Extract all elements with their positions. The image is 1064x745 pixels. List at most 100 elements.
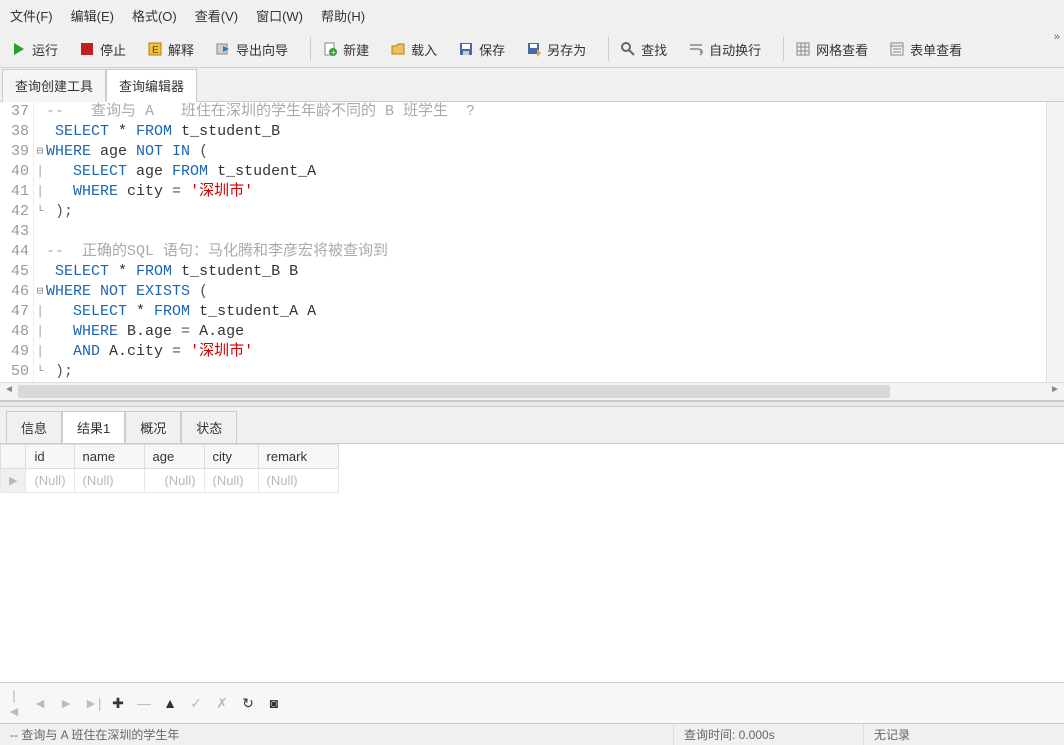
new-button[interactable]: + 新建: [317, 38, 373, 61]
new-icon: +: [321, 40, 339, 58]
stop-button[interactable]: 停止: [74, 38, 130, 61]
svg-text:E: E: [152, 45, 159, 56]
export-wizard-label: 导出向导: [236, 40, 288, 59]
tab-profile[interactable]: 概况: [125, 411, 181, 443]
grid-cell[interactable]: (Null): [204, 469, 258, 493]
nav-refresh-icon[interactable]: ↻: [240, 695, 256, 712]
column-header[interactable]: remark: [258, 445, 338, 469]
code-line[interactable]: );: [46, 202, 1064, 222]
code-line[interactable]: SELECT * FROM t_student_A A: [46, 302, 1064, 322]
nav-first-icon[interactable]: |◄: [6, 687, 22, 719]
overflow-chevron-icon[interactable]: »: [1054, 31, 1060, 43]
sql-editor[interactable]: 3738394041424344454647484950 ⊟││└⊟│││└ -…: [0, 102, 1064, 401]
save-button[interactable]: 保存: [453, 38, 509, 61]
code-line[interactable]: );: [46, 362, 1064, 382]
horizontal-scrollbar[interactable]: [0, 382, 1064, 400]
code-line[interactable]: AND A.city = '深圳市': [46, 342, 1064, 362]
wrap-icon: [687, 40, 705, 58]
grid-cell[interactable]: (Null): [74, 469, 144, 493]
nav-next-icon[interactable]: ►: [58, 695, 74, 711]
nav-cancel-icon[interactable]: ✗: [214, 695, 230, 712]
fold-gutter[interactable]: ⊟││└⊟│││└: [34, 102, 46, 382]
result-area: 信息 结果1 概况 状态 idnameagecityremark▶(Null)(…: [0, 407, 1064, 723]
menu-view[interactable]: 查看(V): [191, 4, 242, 27]
fold-marker: │: [34, 302, 46, 322]
fold-marker[interactable]: ⊟: [34, 282, 46, 302]
code-line[interactable]: SELECT * FROM t_student_B: [46, 122, 1064, 142]
fold-marker: │: [34, 342, 46, 362]
nav-edit-icon[interactable]: ▲: [162, 695, 178, 711]
nav-prev-icon[interactable]: ◄: [32, 695, 48, 711]
grid-cell[interactable]: (Null): [258, 469, 338, 493]
menu-window[interactable]: 窗口(W): [252, 4, 307, 27]
stop-icon: [78, 40, 96, 58]
code-line[interactable]: SELECT * FROM t_student_B B: [46, 262, 1064, 282]
column-header[interactable]: age: [144, 445, 204, 469]
code-body[interactable]: -- 查询与 A 班住在深圳的学生年龄不同的 B 班学生 ? SELECT * …: [46, 102, 1064, 382]
run-button[interactable]: 运行: [6, 38, 62, 61]
find-button[interactable]: 查找: [615, 38, 671, 61]
column-header[interactable]: id: [26, 445, 74, 469]
main-tabstrip: 查询创建工具 查询编辑器: [0, 68, 1064, 102]
fold-marker: │: [34, 182, 46, 202]
fold-marker: [34, 262, 46, 282]
table-row[interactable]: ▶(Null)(Null)(Null)(Null)(Null): [1, 469, 339, 493]
auto-wrap-button[interactable]: 自动换行: [683, 38, 765, 61]
menu-help[interactable]: 帮助(H): [317, 4, 369, 27]
fold-marker[interactable]: ⊟: [34, 142, 46, 162]
code-line[interactable]: -- 查询与 A 班住在深圳的学生年龄不同的 B 班学生 ?: [46, 102, 1064, 122]
column-header[interactable]: city: [204, 445, 258, 469]
row-marker-icon: ▶: [1, 469, 26, 493]
status-query-snippet: -- 查询与 A 班住在深圳的学生年: [0, 724, 674, 745]
code-line[interactable]: SELECT age FROM t_student_A: [46, 162, 1064, 182]
scrollbar-thumb[interactable]: [18, 385, 890, 398]
tab-status[interactable]: 状态: [181, 411, 237, 443]
menu-edit[interactable]: 编辑(E): [67, 4, 118, 27]
tab-info[interactable]: 信息: [6, 411, 62, 443]
nav-stop-icon[interactable]: ◙: [266, 695, 282, 711]
save-as-label: 另存为: [547, 40, 586, 59]
nav-delete-icon[interactable]: —: [136, 695, 152, 711]
load-button[interactable]: 载入: [385, 38, 441, 61]
form-view-button[interactable]: 表单查看: [884, 38, 966, 61]
nav-last-icon[interactable]: ►|: [84, 695, 100, 711]
form-icon: [888, 40, 906, 58]
export-wizard-button[interactable]: 导出向导: [210, 38, 292, 61]
vertical-scrollbar[interactable]: [1046, 102, 1064, 382]
grid-icon: [794, 40, 812, 58]
code-line[interactable]: WHERE age NOT IN (: [46, 142, 1064, 162]
line-number: 45: [0, 262, 29, 282]
tab-result1[interactable]: 结果1: [62, 411, 125, 443]
grid-cell[interactable]: (Null): [144, 469, 204, 493]
code-line[interactable]: -- 正确的SQL 语句：马化腾和李彦宏将被查询到: [46, 242, 1064, 262]
search-icon: [619, 40, 637, 58]
fold-marker: │: [34, 322, 46, 342]
code-line[interactable]: WHERE city = '深圳市': [46, 182, 1064, 202]
grid-cell[interactable]: (Null): [26, 469, 74, 493]
tab-query-editor[interactable]: 查询编辑器: [106, 69, 197, 102]
nav-commit-icon[interactable]: ✓: [188, 695, 204, 712]
grid-view-label: 网格查看: [816, 40, 868, 59]
line-number: 41: [0, 182, 29, 202]
fold-marker: └: [34, 202, 46, 222]
nav-add-icon[interactable]: ✚: [110, 695, 126, 712]
toolbar-separator: [310, 37, 311, 61]
result-grid[interactable]: idnameagecityremark▶(Null)(Null)(Null)(N…: [0, 443, 1064, 682]
tab-query-builder[interactable]: 查询创建工具: [2, 69, 106, 102]
code-line[interactable]: [46, 222, 1064, 242]
code-line[interactable]: WHERE B.age = A.age: [46, 322, 1064, 342]
code-line[interactable]: WHERE NOT EXISTS (: [46, 282, 1064, 302]
status-query-time: 查询时间: 0.000s: [674, 724, 864, 745]
column-header[interactable]: name: [74, 445, 144, 469]
export-icon: [214, 40, 232, 58]
explain-label: 解释: [168, 40, 194, 59]
toolbar-separator: [783, 37, 784, 61]
menu-file[interactable]: 文件(F): [6, 4, 57, 27]
load-icon: [389, 40, 407, 58]
explain-button[interactable]: E 解释: [142, 38, 198, 61]
grid-view-button[interactable]: 网格查看: [790, 38, 872, 61]
status-record-count: 无记录: [864, 724, 1064, 745]
save-as-button[interactable]: 另存为: [521, 38, 590, 61]
fold-marker: [34, 102, 46, 122]
menu-format[interactable]: 格式(O): [128, 4, 181, 27]
